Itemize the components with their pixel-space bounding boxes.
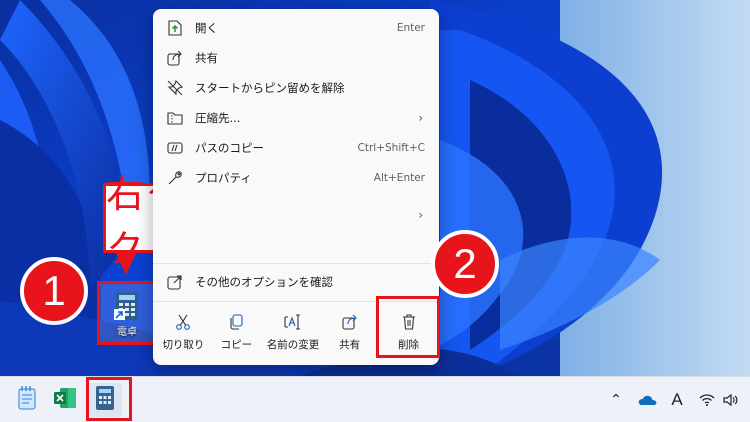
notepad-icon [17,386,37,414]
menu-item-compress[interactable]: 圧縮先... › [159,104,433,132]
menu-item-label: 共有 [195,51,218,65]
menu-item-label: 圧縮先... [195,111,241,125]
step-1-badge: 1 [20,257,88,325]
menu-item-unpin[interactable]: スタートからピン留めを解除 [159,74,433,102]
taskbar: ⌃ A [0,376,750,422]
highlight-taskbar-calculator [86,377,132,421]
chevron-right-icon: › [418,111,423,125]
menu-item-share[interactable]: 共有 [159,44,433,72]
share-label: 共有 [339,338,361,351]
onedrive-icon[interactable] [634,377,660,422]
highlight-delete-button [376,296,440,358]
zip-folder-icon [167,110,183,126]
unpin-icon [167,80,183,96]
copy-button[interactable]: コピー [210,305,263,359]
share-icon [167,50,183,66]
menu-item-shortcut: Enter [396,22,425,34]
copy-icon [227,313,245,331]
menu-separator [153,263,439,264]
chevron-right-icon: › [418,208,423,222]
excel-icon [53,387,77,413]
taskbar-app-excel[interactable] [48,383,82,417]
chevron-up-icon[interactable]: ⌃ [606,377,626,422]
open-icon [167,20,183,36]
menu-item-shortcut: Ctrl+Shift+C [357,142,425,154]
cut-button[interactable]: 切り取り [157,305,210,359]
volume-icon[interactable] [720,377,742,422]
share-icon [341,313,359,331]
highlight-desktop-icon [97,281,157,345]
menu-item-open[interactable]: 開く Enter [159,14,433,42]
menu-item-label: 開く [195,21,218,35]
taskbar-app-notepad[interactable] [10,383,44,417]
menu-item-copy-path[interactable]: パスのコピー Ctrl+Shift+C [159,134,433,162]
cut-label: 切り取り [162,338,205,351]
wrench-icon [167,170,183,186]
menu-item-label: その他のオプションを確認 [195,275,333,289]
rename-icon [284,313,302,331]
step-2-badge: 2 [431,230,499,298]
copy-label: コピー [220,338,253,351]
menu-item-properties[interactable]: プロパティ Alt+Enter [159,164,433,192]
menu-item-label: プロパティ [195,171,252,185]
share-button[interactable]: 共有 [323,305,376,359]
rename-label: 名前の変更 [266,338,320,351]
menu-item-more-options[interactable]: その他のオプションを確認 [159,268,433,296]
more-options-icon [167,274,183,290]
menu-item-submenu[interactable]: › [159,201,433,229]
cut-icon [174,313,192,331]
wifi-icon[interactable] [696,377,718,422]
rename-button[interactable]: 名前の変更 [263,305,323,359]
menu-item-label: スタートからピン留めを解除 [195,81,345,95]
menu-item-shortcut: Alt+Enter [373,172,425,184]
menu-item-label: パスのコピー [195,141,264,155]
ime-icon[interactable]: A [666,377,688,422]
copy-path-icon [167,140,183,156]
